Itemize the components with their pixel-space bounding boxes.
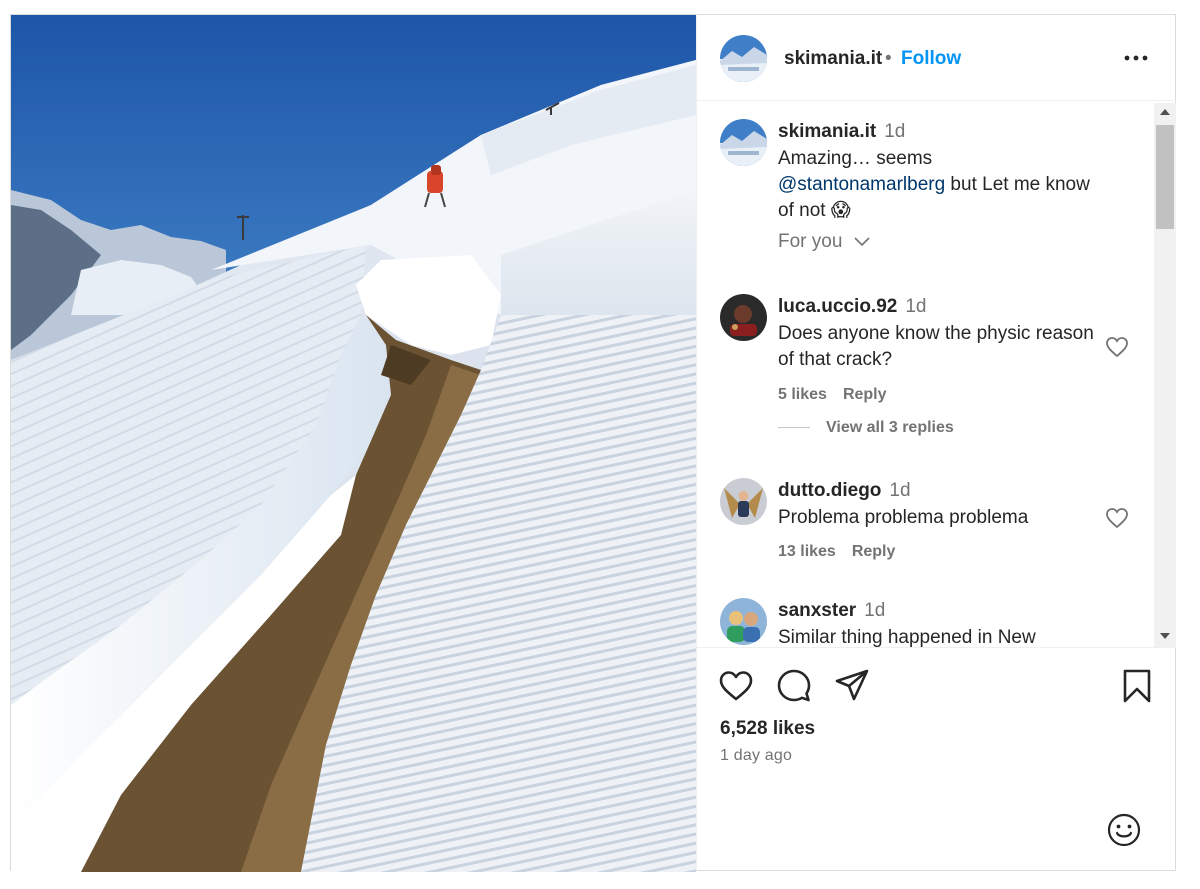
heart-icon[interactable] — [718, 668, 754, 704]
caption-avatar[interactable] — [720, 119, 767, 166]
author-avatar[interactable] — [720, 35, 767, 82]
view-replies-label: View all 3 replies — [826, 419, 954, 436]
like-count[interactable]: 6,528 likes — [720, 718, 815, 740]
comment-time: 1d — [905, 296, 927, 317]
post-timestamp[interactable]: 1 day ago — [720, 747, 792, 765]
post-modal: skimania.it • Follow skimania.it 1d Amaz… — [10, 14, 1177, 872]
replies-divider — [778, 427, 810, 429]
sort-label: For you — [778, 231, 843, 252]
bookmark-icon[interactable] — [1119, 668, 1155, 704]
comment-time: 1d — [889, 480, 911, 501]
reply-button[interactable]: Reply — [852, 543, 896, 560]
send-icon[interactable] — [834, 668, 870, 704]
heart-icon[interactable] — [1105, 507, 1129, 529]
comment-icon[interactable] — [776, 668, 812, 704]
heart-icon[interactable] — [1105, 336, 1129, 358]
scroll-up-arrow-icon[interactable] — [1160, 109, 1170, 115]
caption-username[interactable]: skimania.it — [778, 121, 876, 142]
comment-username[interactable]: sanxster — [778, 600, 856, 621]
comment-meta: 5 likes Reply — [778, 386, 887, 404]
comment-time: 1d — [864, 600, 886, 621]
scroll-thumb[interactable] — [1156, 125, 1174, 229]
reply-button[interactable]: Reply — [843, 386, 887, 403]
ski-slope-crack-photo — [11, 15, 696, 872]
mention-link[interactable]: @stantonamarlberg — [778, 174, 945, 195]
comment-username[interactable]: luca.uccio.92 — [778, 296, 897, 317]
comment-text: Similar thing happened in New Zealand th… — [778, 627, 1036, 647]
caption-text: Amazing… seems @stantonamarlberg but Let… — [778, 146, 1098, 224]
post-header: skimania.it • Follow — [697, 15, 1177, 101]
commenter-avatar[interactable] — [720, 478, 767, 525]
comment-text: Does anyone know the physic reason of th… — [778, 323, 1094, 370]
more-horizontal-icon[interactable] — [1123, 49, 1149, 67]
emoji-icon[interactable] — [1106, 812, 1142, 848]
comment-meta: 13 likes Reply — [778, 543, 895, 561]
comments-scrollbar[interactable] — [1154, 103, 1176, 647]
comment-likes[interactable]: 13 likes — [778, 543, 836, 560]
author-username[interactable]: skimania.it — [784, 48, 882, 70]
commenter-avatar[interactable] — [720, 294, 767, 341]
caption-text-before: Amazing… seems — [778, 148, 933, 169]
post-actions: 6,528 likes 1 day ago — [697, 647, 1177, 870]
comment-username[interactable]: dutto.diego — [778, 480, 881, 501]
caption-time: 1d — [884, 121, 906, 142]
comment-likes[interactable]: 5 likes — [778, 386, 827, 403]
view-replies-button[interactable]: View all 3 replies — [778, 419, 954, 437]
separator-dot: • — [885, 48, 892, 69]
chevron-down-icon — [854, 237, 870, 247]
scroll-down-arrow-icon[interactable] — [1160, 633, 1170, 639]
comments-list[interactable]: skimania.it 1d Amazing… seems @stantonama… — [697, 101, 1177, 647]
commenter-avatar[interactable] — [720, 598, 767, 645]
follow-button[interactable]: Follow — [901, 48, 961, 70]
post-image[interactable] — [11, 15, 696, 872]
comment-sort-dropdown[interactable]: For you — [778, 231, 870, 253]
post-side-panel: skimania.it • Follow skimania.it 1d Amaz… — [696, 15, 1177, 870]
comment-text: Problema problema problema — [778, 507, 1029, 528]
